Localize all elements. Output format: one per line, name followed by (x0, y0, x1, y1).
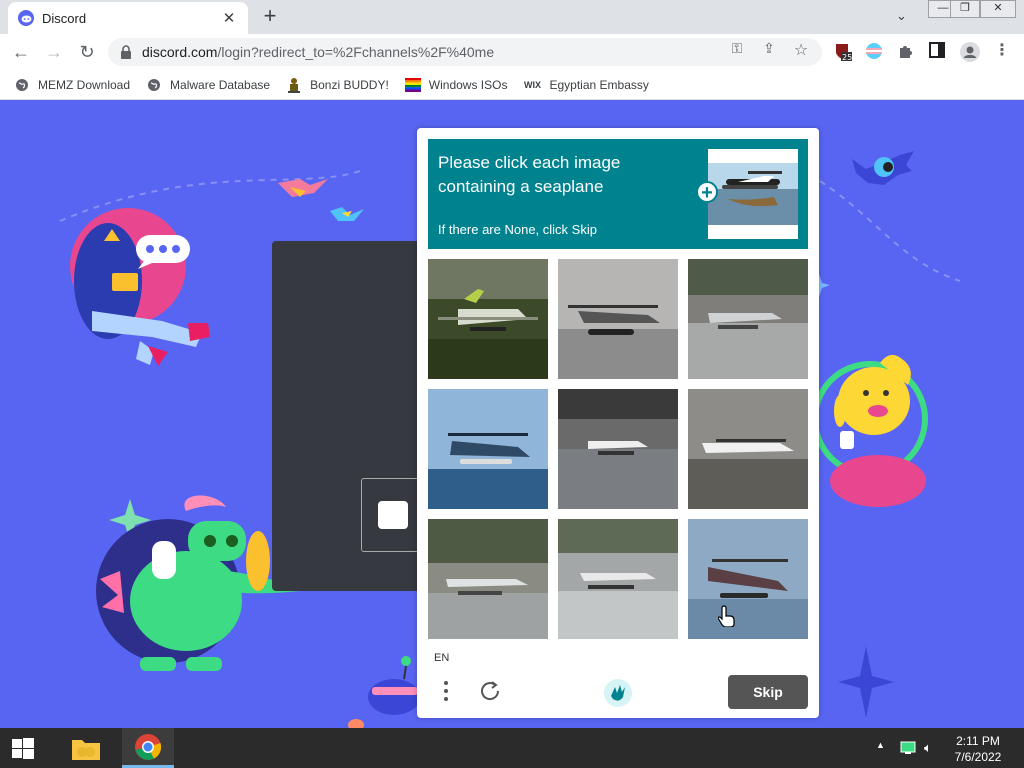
back-icon[interactable]: ← (10, 41, 32, 63)
bookmark-label: Egyptian Embassy (549, 77, 649, 92)
restore-button[interactable]: ❐ (950, 0, 980, 18)
browser-toolbar: ← → ↻ discord.com /login?redirect_to=%2F… (0, 34, 1024, 70)
bookmark-memz[interactable]: MEMZ Download (14, 77, 130, 93)
bookmark-malware-database[interactable]: Malware Database (146, 77, 270, 93)
captcha-image-5[interactable] (558, 389, 678, 509)
taskbar-clock[interactable]: 2:11 PM 7/6/2022 (940, 733, 1016, 765)
refresh-challenge-icon[interactable] (477, 678, 503, 704)
captcha-checkbox[interactable] (378, 501, 408, 529)
address-bar[interactable]: discord.com /login?redirect_to=%2Fchanne… (108, 38, 822, 66)
expand-example-plus-icon[interactable]: + (696, 181, 718, 204)
network-icon[interactable] (900, 741, 916, 758)
captcha-skip-hint: If there are None, click Skip (438, 222, 597, 237)
captcha-image-6[interactable] (688, 389, 808, 509)
key-icon[interactable]: ⚿ (728, 40, 746, 57)
extension-shield-icon[interactable]: 25 (834, 42, 852, 62)
tab-discord[interactable]: Discord ✕ (8, 2, 248, 34)
bookmark-bonzi-buddy[interactable]: Bonzi BUDDY! (286, 77, 389, 93)
wix-icon: WIX (523, 79, 541, 90)
captcha-image-1[interactable] (428, 259, 548, 379)
chrome-taskbar-icon[interactable] (122, 728, 174, 768)
more-menu-icon[interactable]: ⋮ (993, 40, 1011, 60)
clock-date: 7/6/2022 (954, 750, 1002, 764)
profile-avatar-icon[interactable] (960, 42, 980, 62)
volume-icon[interactable]: 🔈︎ (924, 740, 932, 756)
bookmark-star-icon[interactable]: ☆ (792, 40, 810, 60)
share-icon[interactable]: ⇪ (760, 40, 778, 57)
captcha-image-8[interactable] (558, 519, 678, 639)
discord-icon (18, 10, 34, 26)
bookmark-label: Bonzi BUDDY! (310, 77, 389, 92)
discord-login-page: Please click each image containing a sea… (0, 101, 1024, 728)
captcha-image-9[interactable] (688, 519, 808, 639)
tab-title: Discord (42, 10, 87, 26)
windows-start-icon[interactable] (12, 738, 36, 760)
bookmark-label: Malware Database (170, 77, 271, 92)
hcaptcha-challenge: Please click each image containing a sea… (417, 128, 819, 718)
forward-icon[interactable]: → (43, 41, 65, 63)
rainbow-flag-icon (404, 77, 421, 93)
hcaptcha-logo-icon[interactable] (603, 678, 633, 708)
close-tab-icon[interactable]: ✕ (220, 9, 238, 27)
captcha-image-4[interactable] (428, 389, 548, 509)
globe-icon (146, 77, 162, 93)
window-close-button[interactable]: ✕ (980, 0, 1016, 18)
bookmark-label: Windows ISOs (428, 77, 508, 92)
captcha-checkbox-container (361, 478, 419, 552)
bonzi-icon (286, 77, 302, 93)
skip-button[interactable]: Skip (728, 675, 808, 709)
captcha-image-7[interactable] (428, 519, 548, 639)
captcha-image-3[interactable] (688, 259, 808, 379)
reload-icon[interactable]: ↻ (76, 41, 98, 63)
bookmark-label: MEMZ Download (38, 77, 131, 92)
clock-time: 2:11 PM (956, 734, 1000, 748)
svg-text:25: 25 (842, 53, 852, 62)
bookmark-windows-isos[interactable]: Windows ISOs (404, 77, 508, 93)
file-explorer-icon[interactable] (60, 728, 112, 768)
show-hidden-icons-chevron[interactable]: ▲ (876, 740, 885, 750)
bookmarks-bar: MEMZ Download Malware Database Bonzi BUD… (0, 70, 1024, 100)
example-seaplane-image (708, 149, 798, 239)
menu-dots-icon[interactable] (433, 678, 459, 704)
tab-strip: Discord ✕ + ⌄ — ❐ ✕ (0, 0, 1024, 34)
side-panel-icon[interactable] (929, 42, 947, 60)
globe-icon (14, 77, 30, 93)
language-selector[interactable]: EN (434, 652, 449, 664)
new-tab-button[interactable]: + (258, 5, 282, 29)
url-host: discord.com (142, 44, 218, 60)
url-path: /login?redirect_to=%2Fchannels%2F%40me (217, 44, 495, 60)
trans-flag-extension-icon[interactable] (865, 42, 883, 60)
captcha-prompt-banner: Please click each image containing a sea… (428, 139, 808, 249)
puzzle-extensions-icon[interactable] (897, 42, 915, 60)
captcha-prompt-text: Please click each image containing a sea… (438, 153, 621, 196)
hand-cursor-icon (718, 605, 735, 627)
captcha-image-2[interactable] (558, 259, 678, 379)
bookmark-egyptian-embassy[interactable]: WIX Egyptian Embassy (523, 77, 649, 93)
lock-icon (120, 45, 134, 59)
windows-taskbar: ▲ 🔈︎ 2:11 PM 7/6/2022 (0, 728, 1024, 768)
captcha-image-grid (428, 259, 808, 639)
tab-search-icon[interactable]: ⌄ (896, 8, 907, 24)
